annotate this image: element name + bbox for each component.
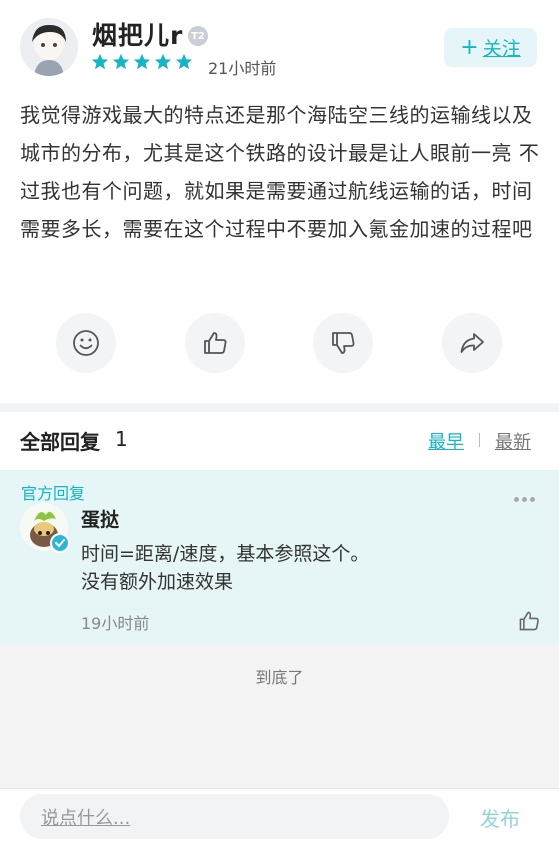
replies-title: 全部回复 [20,430,100,454]
replies-count: 1 [115,427,128,451]
sort-newest-tab[interactable]: 最新 [495,428,531,454]
comment-input[interactable]: 说点什么... [20,794,449,839]
level-badge: T2 [188,26,208,46]
review-text: 我觉得游戏最大的特点还是那个海陆空三线的运输线以及城市的分布，尤其是这个铁路的设… [20,103,540,241]
dislike-button[interactable] [313,313,373,373]
share-icon [460,333,484,353]
end-of-list-text: 到底了 [255,668,304,687]
comment-input-placeholder: 说点什么... [41,807,131,829]
star-icon [154,53,172,70]
rating-stars [91,53,193,71]
footer-divider [0,788,559,789]
star-icon [175,53,193,70]
star-icon [91,53,109,70]
like-button[interactable] [185,313,245,373]
thumbs-up-icon [204,332,227,354]
reply-author-name[interactable]: 蛋挞 [81,505,119,532]
avatar-illustration [20,18,78,76]
follow-button[interactable]: + 关注 [444,28,537,67]
share-button[interactable] [442,313,502,373]
thumbs-down-icon [332,332,355,354]
reply-text-line: 没有额外加速效果 [81,571,234,593]
reply-text-line: 时间=距离/速度，基本参照这个。 [81,543,370,565]
reply-like-button[interactable] [517,609,541,633]
publish-button[interactable]: 发布 [480,803,520,832]
reply-text: 时间=距离/速度，基本参照这个。 没有额外加速效果 [81,540,369,596]
author-name[interactable]: 烟把儿r [92,16,183,52]
section-divider [0,403,559,412]
verified-icon [50,533,70,553]
review-time: 21小时前 [208,59,277,78]
plus-icon: + [460,35,479,60]
official-reply-tag: 官方回复 [21,484,86,503]
emoji-button[interactable] [56,313,116,373]
reply-time: 19小时前 [81,614,150,633]
sort-earliest-tab[interactable]: 最早 [428,428,464,454]
follow-label: 关注 [482,38,521,60]
star-icon [112,53,130,70]
author-avatar[interactable] [20,18,78,76]
sort-separator [479,433,480,447]
smile-icon [73,330,99,356]
star-icon [133,53,151,70]
more-icon[interactable] [514,497,535,502]
thumbs-up-icon [519,611,539,631]
